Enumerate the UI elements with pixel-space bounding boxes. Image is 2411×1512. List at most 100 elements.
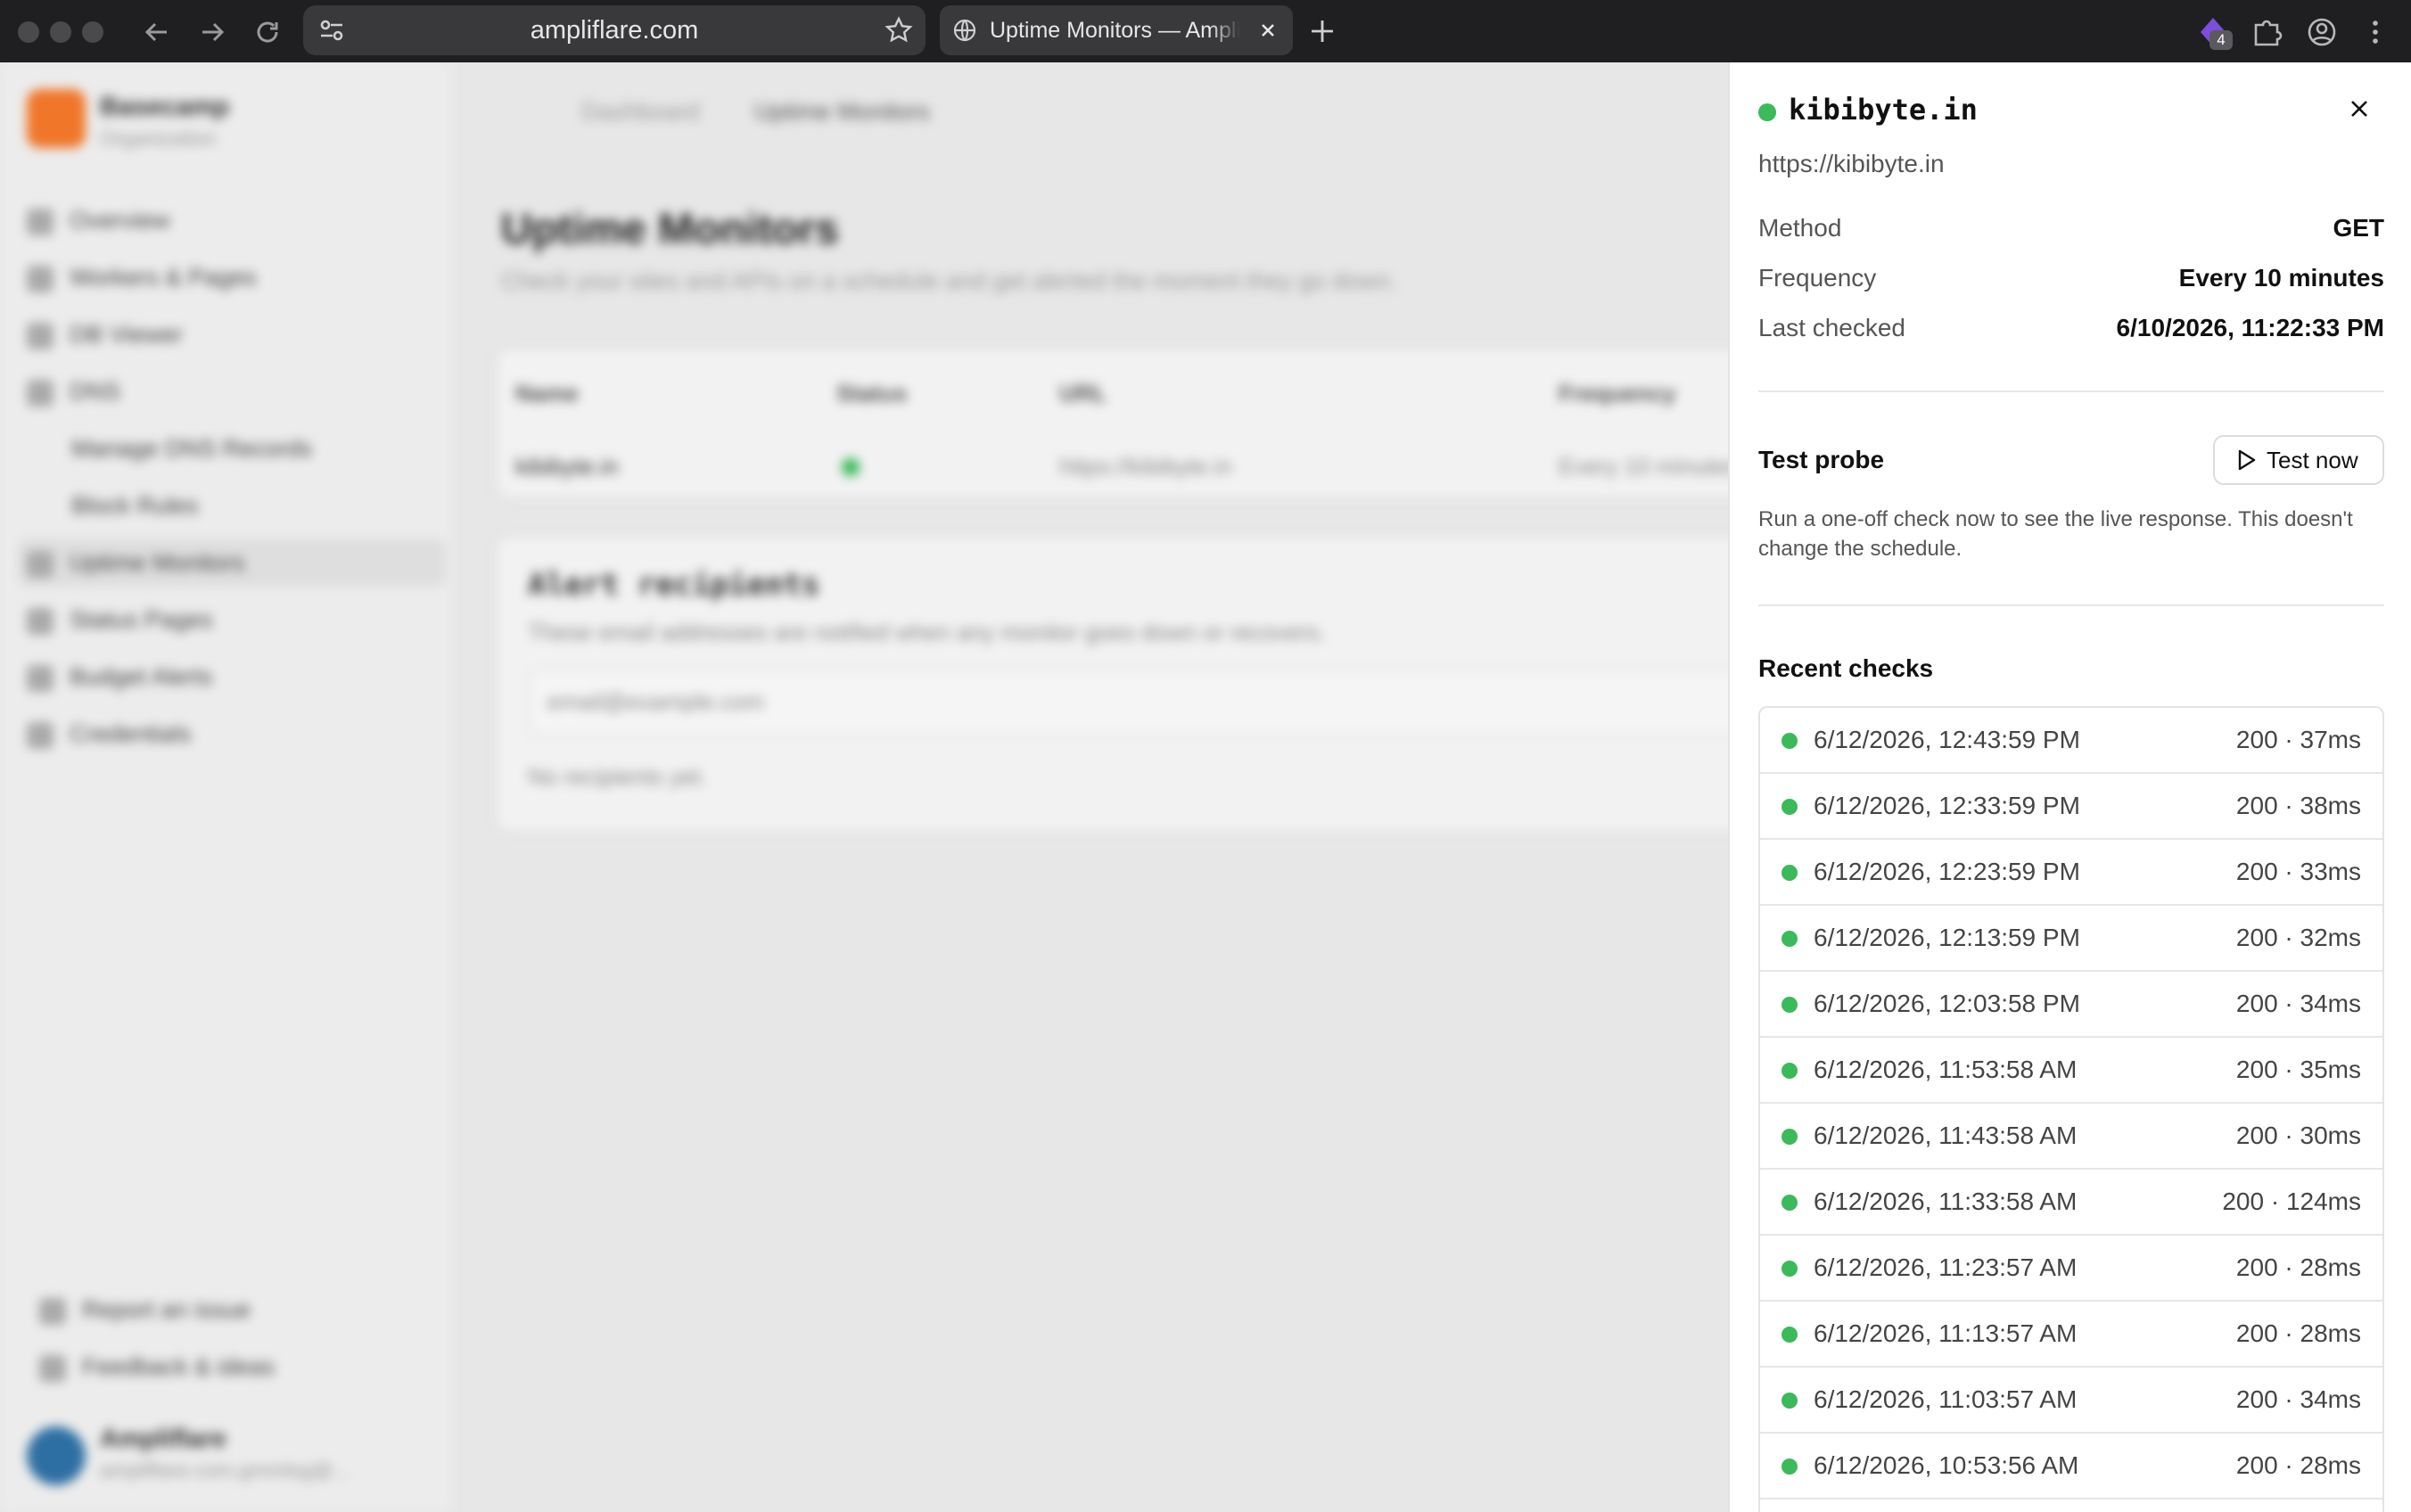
user-avatar[interactable] <box>27 1426 86 1485</box>
check-row: 6/12/2026, 11:13:57 AM 200 · 28ms <box>1760 1302 2382 1368</box>
workers-icon <box>27 265 53 292</box>
status-up-dot <box>1758 103 1776 121</box>
last-checked-value: 6/10/2026, 11:22:33 PM <box>2116 314 2384 341</box>
status-dot <box>842 458 860 476</box>
check-time: 6/12/2026, 11:33:58 AM <box>1814 1187 2078 1215</box>
monitor-frequency-cell: Every 10 minutes <box>1559 453 1738 480</box>
org-avatar[interactable] <box>27 89 86 148</box>
check-time: 6/12/2026, 11:43:58 AM <box>1814 1122 2078 1149</box>
monitors-table: Name Status URL Frequency kibibyte.in ht… <box>496 348 1837 499</box>
check-status-dot <box>1782 1063 1798 1079</box>
check-result: 200 · 28ms <box>2235 1319 2361 1347</box>
check-row: 6/12/2026, 11:33:58 AM 200 · 124ms <box>1760 1170 2382 1236</box>
monitor-url-cell: https://kibibyte.in <box>1059 453 1232 480</box>
check-time: 6/12/2026, 10:53:56 AM <box>1814 1451 2079 1479</box>
check-result: 200 · 34ms <box>2235 990 2361 1017</box>
sidebar-item-db-viewer[interactable]: DB Viewer <box>27 310 183 358</box>
puzzle-icon[interactable] <box>2249 14 2284 50</box>
window-zoom-dot[interactable] <box>82 21 103 43</box>
extension-badge: 4 <box>2209 30 2233 50</box>
sidebar-item-status-pages[interactable]: Status Pages <box>27 596 213 644</box>
feedback-link[interactable]: Feedback & ideas <box>39 1343 275 1391</box>
check-time: 6/12/2026, 12:03:58 PM <box>1814 990 2080 1017</box>
check-row: 6/12/2026, 11:23:57 AM 200 · 28ms <box>1760 1236 2382 1302</box>
grid-icon <box>27 208 53 235</box>
forward-button[interactable] <box>193 12 232 52</box>
address-url[interactable]: ampliflare.com <box>303 5 926 55</box>
check-status-dot <box>1782 1129 1798 1145</box>
test-now-button[interactable]: Test now <box>2213 435 2384 485</box>
browser-tab-active[interactable]: Uptime Monitors — Ampliflare <box>940 5 1293 55</box>
breadcrumb-dashboard[interactable]: Dashboard <box>581 98 699 126</box>
sidebar-item-budget-alerts[interactable]: Budget Alerts <box>27 653 213 701</box>
bookmark-star-icon[interactable] <box>885 16 913 45</box>
sidebar-item-uptime-monitors[interactable]: Uptime Monitors <box>18 538 446 587</box>
address-bar[interactable]: ampliflare.com <box>303 5 926 55</box>
alerts-title: Alert recipients <box>528 567 820 603</box>
monitor-detail-panel: kibibyte.in https://kibibyte.in Method G… <box>1728 62 2411 1512</box>
sidebar-item-label: Overview <box>70 207 170 234</box>
check-result: 200 · 34ms <box>2235 1385 2361 1413</box>
check-status-dot <box>1782 1261 1798 1277</box>
new-tab-plus-icon[interactable] <box>1307 16 1337 46</box>
monitor-name-cell[interactable]: kibibyte.in <box>515 453 619 481</box>
reload-button[interactable] <box>248 12 287 52</box>
close-icon[interactable] <box>2345 94 2374 123</box>
check-time: 6/12/2026, 11:23:57 AM <box>1814 1253 2078 1281</box>
column-header-frequency: Frequency <box>1559 380 1676 407</box>
page-subtitle: Check your sites and APIs on a schedule … <box>501 267 1397 294</box>
sidebar-item-dns[interactable]: DNS <box>27 367 120 415</box>
play-icon <box>2238 449 2256 471</box>
back-button[interactable] <box>137 12 177 52</box>
key-icon <box>27 721 53 749</box>
check-time: 6/12/2026, 11:53:58 AM <box>1814 1056 2078 1083</box>
frequency-value: Every 10 minutes <box>2178 264 2384 292</box>
monitor-host: kibibyte.in <box>1789 93 1978 127</box>
check-status-dot <box>1782 1459 1798 1475</box>
sidebar-item-workers[interactable]: Workers & Pages <box>27 253 257 301</box>
check-time: 6/12/2026, 12:33:59 PM <box>1814 792 2080 819</box>
check-result: 200 · 32ms <box>2235 924 2361 951</box>
org-name: Basecamp <box>100 93 230 121</box>
arrow-left-icon <box>144 22 167 42</box>
gauge-icon <box>27 664 53 692</box>
check-result: 200 · 35ms <box>2235 1056 2361 1083</box>
check-row: 6/12/2026, 12:23:59 PM 200 · 33ms <box>1760 840 2382 906</box>
check-row: 6/12/2026, 11:03:57 AM 200 · 34ms <box>1760 1368 2382 1434</box>
sidebar-item-label: Budget Alerts <box>70 663 213 690</box>
column-header-name: Name <box>515 380 579 407</box>
check-status-dot <box>1782 1393 1798 1409</box>
check-row: 6/12/2026, 12:33:59 PM 200 · 38ms <box>1760 774 2382 840</box>
check-row: 6/12/2026, 11:43:58 AM 200 · 30ms <box>1760 1104 2382 1170</box>
report-issue-link[interactable]: Report an issue <box>39 1286 251 1334</box>
check-row: 6/12/2026, 12:03:58 PM 200 · 34ms <box>1760 972 2382 1038</box>
check-time: 6/12/2026, 12:43:59 PM <box>1814 726 2080 753</box>
check-result: 200 · 33ms <box>2235 858 2361 885</box>
check-status-dot <box>1782 865 1798 881</box>
sidebar-item-label: Status Pages <box>70 606 213 633</box>
reload-icon <box>257 21 278 43</box>
method-label: Method <box>1758 214 1842 242</box>
check-status-dot <box>1782 1195 1798 1211</box>
check-result: 200 · 28ms <box>2235 1253 2361 1281</box>
check-status-dot <box>1782 997 1798 1013</box>
sidebar-item-overview[interactable]: Overview <box>27 196 170 244</box>
alert-recipients-card: Alert recipients These email addresses a… <box>496 535 1837 833</box>
sidebar-item-block-rules[interactable]: Block Rules <box>71 481 199 530</box>
org-subtitle: Organization <box>100 127 217 150</box>
profile-icon[interactable] <box>2304 14 2340 50</box>
recipient-email-input[interactable]: email@example.com <box>528 669 1798 736</box>
tab-close-icon[interactable] <box>1255 18 1280 43</box>
check-result: 200 · 124ms <box>2222 1187 2361 1215</box>
check-result: 200 · 38ms <box>2235 792 2361 819</box>
check-row <box>1760 1500 2382 1512</box>
test-probe-description: Run a one-off check now to see the live … <box>1758 507 2353 561</box>
sidebar-item-manage-dns[interactable]: Manage DNS Records <box>71 424 312 472</box>
kebab-menu-icon[interactable] <box>2358 14 2393 50</box>
window-minimize-dot[interactable] <box>50 21 71 43</box>
sidebar-item-credentials[interactable]: Credentials <box>27 710 192 758</box>
chat-icon <box>39 1354 66 1382</box>
tab-title: Uptime Monitors — Ampliflare <box>990 18 1284 43</box>
window-close-dot[interactable] <box>18 21 39 43</box>
method-value: GET <box>2333 214 2384 242</box>
